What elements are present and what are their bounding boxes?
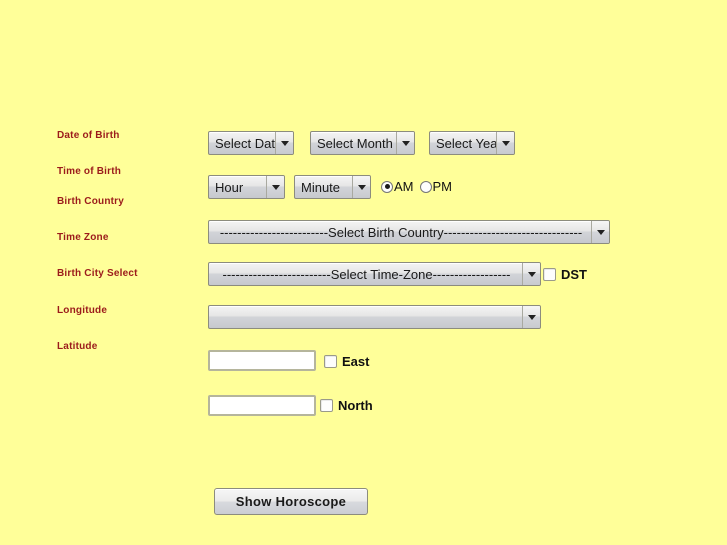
radio-item-am[interactable]: AM [381, 179, 414, 194]
radio-pm-indicator[interactable] [419, 180, 432, 193]
chevron-down-icon[interactable] [396, 132, 414, 154]
select-birth-month-value: Select Month [317, 135, 393, 151]
latitude-input[interactable] [208, 395, 316, 416]
select-birth-hour-value: Hour [215, 179, 244, 195]
label-birth-country: Birth Country [57, 196, 125, 207]
east-label: East [342, 354, 370, 369]
north-label: North [338, 398, 373, 413]
select-birth-minute-value: Minute [301, 179, 341, 195]
longitude-input[interactable] [208, 350, 316, 371]
north-checkbox-group[interactable]: North [320, 398, 373, 413]
chevron-down-icon[interactable] [352, 176, 370, 198]
select-birth-hour[interactable]: Hour [208, 175, 285, 199]
select-birth-city[interactable] [208, 305, 541, 329]
chevron-down-icon[interactable] [522, 263, 540, 285]
select-birth-country[interactable]: -------------------------Select Birth Co… [208, 220, 610, 244]
dst-checkbox[interactable] [543, 268, 556, 281]
select-time-zone[interactable]: -------------------------Select Time-Zon… [208, 262, 541, 286]
east-checkbox-group[interactable]: East [324, 354, 369, 369]
dst-label: DST [561, 267, 587, 282]
chevron-down-icon[interactable] [522, 306, 540, 328]
radio-am-indicator[interactable] [381, 180, 393, 193]
east-checkbox[interactable] [324, 355, 337, 368]
select-birth-minute[interactable]: Minute [294, 175, 371, 199]
horoscope-form-page: Date of Birth Time of Birth Birth Countr… [0, 0, 727, 545]
select-time-zone-value: -------------------------Select Time-Zon… [222, 266, 511, 282]
chevron-down-icon[interactable] [591, 221, 609, 243]
label-longitude: Longitude [57, 305, 108, 316]
chevron-down-icon[interactable] [275, 132, 293, 154]
select-birth-year[interactable]: Select Yea [429, 131, 515, 155]
select-birth-year-value: Select Yea [436, 135, 496, 151]
show-horoscope-button-label: Show Horoscope [235, 494, 347, 509]
label-birth-city-select: Birth City Select [57, 268, 138, 279]
select-birth-city-value [209, 306, 522, 328]
radio-item-pm[interactable]: PM [419, 179, 453, 194]
label-date-of-birth: Date of Birth [57, 130, 120, 141]
select-birth-day-value: Select Dat [215, 135, 275, 151]
chevron-down-icon[interactable] [266, 176, 284, 198]
label-time-zone: Time Zone [57, 232, 109, 243]
radio-am-label: AM [394, 179, 414, 194]
meridiem-radio-group: AM PM [381, 179, 452, 194]
chevron-down-icon[interactable] [496, 132, 514, 154]
show-horoscope-button[interactable]: Show Horoscope [214, 488, 368, 515]
radio-pm-label: PM [432, 179, 453, 194]
select-birth-month[interactable]: Select Month [310, 131, 415, 155]
label-latitude: Latitude [57, 341, 98, 352]
north-checkbox[interactable] [320, 399, 333, 412]
select-birth-day[interactable]: Select Dat [208, 131, 294, 155]
dst-checkbox-group[interactable]: DST [543, 267, 587, 282]
select-birth-country-value: -------------------------Select Birth Co… [219, 224, 583, 240]
label-time-of-birth: Time of Birth [57, 166, 122, 177]
